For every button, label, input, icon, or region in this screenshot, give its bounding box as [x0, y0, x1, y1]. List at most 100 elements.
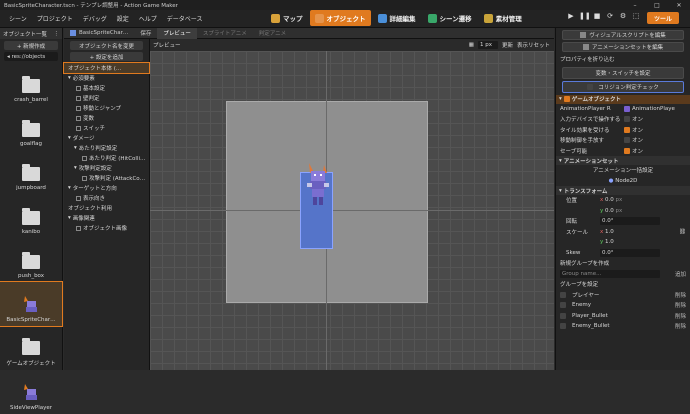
tree-row[interactable]: ▾ ターゲットと方向: [64, 183, 149, 193]
stop-icon[interactable]: ■: [592, 12, 602, 22]
group-checkbox[interactable]: [560, 302, 566, 309]
tree-row[interactable]: 移動とジャンプ: [64, 103, 149, 113]
tools-button[interactable]: ツール: [647, 12, 679, 24]
tab-scene-transition[interactable]: シーン遷移: [423, 10, 477, 26]
tree-row[interactable]: ▾ あたり判定設定: [64, 143, 149, 153]
rename-object-button[interactable]: オブジェクト名を変更: [70, 41, 143, 50]
grid-size-input[interactable]: 1 px: [477, 41, 498, 49]
object-list-item[interactable]: BasicSpriteChar…: [0, 281, 63, 327]
checkbox-icon[interactable]: [82, 175, 87, 181]
new-object-button[interactable]: + 新規作成: [4, 41, 58, 50]
reset-view-button[interactable]: 表示リセット: [517, 41, 550, 49]
delete-group-button[interactable]: 削除: [675, 301, 686, 309]
path-field[interactable]: ◂ res://objects: [4, 52, 58, 61]
toggle-checkbox[interactable]: [624, 126, 630, 133]
toggle-checkbox[interactable]: [624, 147, 630, 154]
tree-row[interactable]: オブジェクト画像: [64, 223, 149, 233]
tab-map[interactable]: マップ: [266, 10, 308, 26]
delete-group-button[interactable]: 削除: [675, 312, 686, 320]
tab-judge-anim[interactable]: 判定アニメ: [253, 29, 292, 37]
pause-icon[interactable]: ❚❚: [579, 12, 591, 22]
toggle-checkbox[interactable]: [624, 137, 630, 144]
object-list-item[interactable]: ゲームオブジェクト: [0, 326, 62, 370]
tree-row[interactable]: ▾ ダメージ: [64, 133, 149, 143]
reload-icon[interactable]: ⟳: [605, 12, 615, 22]
checkbox-icon[interactable]: [76, 225, 81, 231]
grid-icon[interactable]: ▦: [469, 42, 474, 48]
tree-row[interactable]: ▾ 攻撃判定設定: [64, 163, 149, 173]
skew-input[interactable]: 0.0 °: [600, 248, 660, 257]
rotation-input[interactable]: 0.0 °: [600, 217, 660, 226]
preview-canvas[interactable]: [150, 51, 554, 370]
menu-database[interactable]: データベース: [162, 14, 208, 23]
position-x-input[interactable]: 0.0: [605, 197, 614, 203]
object-list-item[interactable]: SideViewPlayer: [0, 370, 62, 414]
section-animset[interactable]: ▾ アニメーションセット: [556, 156, 690, 165]
object-list-item[interactable]: push_box: [0, 238, 62, 282]
object-list-item[interactable]: jumpboard: [0, 150, 62, 194]
position-y-input[interactable]: 0.0: [605, 208, 614, 214]
tree-row[interactable]: ▾ 必須要素: [64, 73, 149, 83]
tree-row[interactable]: 表示向き: [64, 193, 149, 203]
menu-debug[interactable]: デバッグ: [78, 14, 112, 23]
tree-row[interactable]: オブジェクト本体 (…: [63, 62, 150, 74]
edit-anim-set-button[interactable]: アニメーションセットを編集: [562, 42, 684, 52]
add-group-button[interactable]: 追加: [675, 270, 686, 278]
section-gameobject[interactable]: ▾ ゲームオブジェクト: [556, 94, 690, 104]
link-icon[interactable]: ⛓: [679, 229, 686, 235]
scale-x-input[interactable]: 1.0: [605, 229, 614, 235]
save-button[interactable]: 保存: [134, 29, 157, 37]
object-list-item[interactable]: crash_barrel: [0, 62, 62, 106]
checkbox-icon[interactable]: [82, 155, 87, 161]
play-icon[interactable]: ▶: [566, 12, 576, 22]
tab-object[interactable]: オブジェクト: [309, 10, 371, 26]
menu-help[interactable]: ヘルプ: [134, 14, 162, 23]
tab-preview[interactable]: プレビュー: [157, 27, 197, 39]
tree-row[interactable]: 壁判定: [64, 93, 149, 103]
maximize-icon[interactable]: □: [646, 2, 668, 9]
close-icon[interactable]: ✕: [668, 2, 690, 9]
checkbox-icon[interactable]: [76, 195, 81, 201]
menu-project[interactable]: プロジェクト: [32, 14, 78, 23]
menu-dots-icon[interactable]: ⋮: [54, 31, 60, 37]
checkbox-icon[interactable]: [76, 125, 81, 131]
edit-visual-script-button[interactable]: ヴィジュアルスクリプトを編集: [562, 30, 684, 40]
section-transform[interactable]: ▾ トランスフォーム: [556, 186, 690, 195]
collision-check-button[interactable]: コリジョン判定チェック: [562, 80, 684, 93]
toggle-checkbox[interactable]: [624, 116, 630, 123]
tree-row[interactable]: 変数: [64, 113, 149, 123]
gear-icon[interactable]: ⚙: [618, 12, 628, 22]
tree-row[interactable]: オブジェクト利用: [64, 203, 149, 213]
update-button[interactable]: 更新: [502, 41, 513, 49]
tab-assets[interactable]: 素材管理: [479, 10, 527, 26]
tab-sprite-anim[interactable]: スプライトアニメ: [197, 29, 253, 37]
object-list-item[interactable]: kanibo: [0, 194, 62, 238]
group-checkbox[interactable]: [560, 312, 566, 319]
tree-row[interactable]: スイッチ: [64, 123, 149, 133]
checkbox-icon[interactable]: [76, 105, 81, 111]
tree-row[interactable]: 基本設定: [64, 83, 149, 93]
property-value[interactable]: AnimationPlaye: [632, 106, 675, 112]
checkbox-icon[interactable]: [76, 115, 81, 121]
delete-group-button[interactable]: 削除: [675, 322, 686, 330]
scale-y-input[interactable]: 1.0: [605, 239, 614, 245]
collapse-properties[interactable]: プロパティを折り込む: [556, 54, 690, 65]
add-setting-button[interactable]: + 設定を追加: [70, 52, 143, 61]
layout-icon[interactable]: ⬚: [631, 12, 641, 22]
menu-scene[interactable]: シーン: [4, 14, 32, 23]
group-name-input[interactable]: Group name...: [560, 269, 660, 278]
tree-row[interactable]: あたり判定 (HitColli…: [64, 153, 149, 163]
object-file-tab[interactable]: BasicSpriteChar…: [64, 30, 134, 36]
menu-settings[interactable]: 設定: [112, 14, 134, 23]
sprite-object[interactable]: [300, 163, 333, 249]
minimize-icon[interactable]: –: [624, 2, 646, 9]
delete-group-button[interactable]: 削除: [675, 291, 686, 299]
tree-row[interactable]: ▾ 画像関連: [64, 213, 149, 223]
object-list-item[interactable]: goalflag: [0, 106, 62, 150]
group-checkbox[interactable]: [560, 291, 566, 298]
var-switch-button[interactable]: 変数・スイッチを設定: [562, 66, 684, 79]
checkbox-icon[interactable]: [76, 95, 81, 101]
checkbox-icon[interactable]: [76, 85, 81, 91]
group-checkbox[interactable]: [560, 323, 566, 330]
tree-row[interactable]: 攻撃判定 (AttackCo…: [64, 173, 149, 183]
